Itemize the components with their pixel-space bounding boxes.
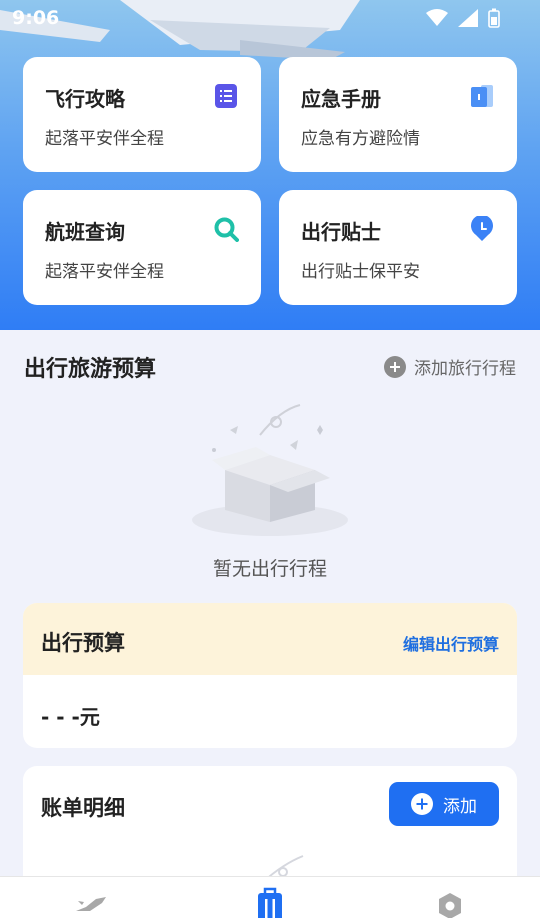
empty-trip-text: 暂无出行行程 <box>212 558 327 580</box>
signal-icon <box>458 9 478 27</box>
add-circle-icon <box>384 355 406 378</box>
document-list-icon <box>215 84 237 108</box>
edit-budget-link[interactable]: 编辑出行预算 <box>403 631 499 655</box>
budget-header: 出行预算 编辑出行预算 <box>23 603 517 675</box>
card-subtitle: 起落平安伴全程 <box>45 262 164 282</box>
card-title: 出行贴士 <box>301 220 381 244</box>
book-icon <box>471 85 493 107</box>
bill-title: 账单明细 <box>41 796 125 820</box>
card-title: 飞行攻略 <box>45 87 125 111</box>
add-trip-label: 添加旅行行程 <box>414 359 516 379</box>
battery-icon <box>488 8 500 28</box>
card-title: 应急手册 <box>301 87 381 111</box>
card-flight-guide[interactable]: 飞行攻略 起落平安伴全程 <box>23 57 261 172</box>
card-travel-tips[interactable]: 出行贴士 出行贴士保平安 <box>279 190 517 305</box>
card-subtitle: 应急有方避险情 <box>301 129 420 149</box>
card-subtitle: 起落平安伴全程 <box>45 129 164 149</box>
search-icon <box>214 217 239 242</box>
luggage-icon[interactable] <box>250 887 290 918</box>
budget-card: 出行预算 编辑出行预算 - - -元 <box>23 603 517 748</box>
airplane-icon[interactable] <box>72 887 112 918</box>
section-title-trip-budget: 出行旅游预算 <box>24 357 157 382</box>
status-bar: 9:06 <box>0 0 540 36</box>
add-bill-button[interactable]: 添加 <box>389 782 499 826</box>
budget-title: 出行预算 <box>41 631 125 655</box>
card-title: 航班查询 <box>45 220 125 244</box>
wifi-icon <box>426 9 448 26</box>
add-trip-button[interactable]: 添加旅行行程 <box>384 354 516 379</box>
card-subtitle: 出行贴士保平安 <box>301 262 420 282</box>
status-time: 9:06 <box>12 7 60 29</box>
budget-value: - - -元 <box>41 705 100 729</box>
add-bill-label: 添加 <box>443 796 477 817</box>
bottom-tab-bar <box>0 876 540 918</box>
add-circle-icon <box>411 793 433 815</box>
empty-box-illustration <box>192 404 348 536</box>
clock-pin-icon <box>471 216 493 241</box>
settings-icon[interactable] <box>430 887 470 918</box>
card-flight-search[interactable]: 航班查询 起落平安伴全程 <box>23 190 261 305</box>
card-emergency-manual[interactable]: 应急手册 应急有方避险情 <box>279 57 517 172</box>
